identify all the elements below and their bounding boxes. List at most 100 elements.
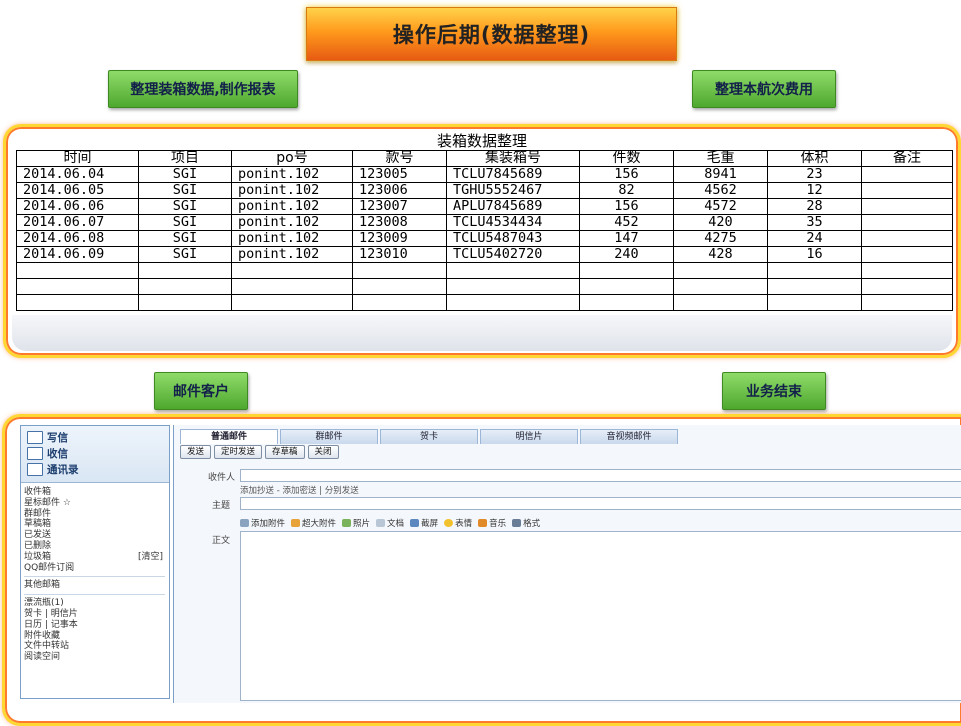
table-cell: 240 bbox=[579, 246, 674, 263]
contacts-label: 通讯录 bbox=[47, 464, 79, 476]
table-cell bbox=[231, 278, 353, 295]
to-label: 收件人 bbox=[208, 473, 236, 483]
folder-starred[interactable]: 星标邮件 ☆ bbox=[24, 498, 169, 509]
table-cell: 420 bbox=[673, 214, 768, 231]
extra-attachments[interactable]: 附件收藏 bbox=[24, 631, 169, 642]
table-cell bbox=[861, 198, 953, 215]
table-cell: SGI bbox=[138, 198, 232, 215]
table-row: 2014.06.08 SGI ponint.102 123009 TCLU5487043… bbox=[16, 230, 953, 247]
col-header-pieces: 件数 bbox=[579, 150, 674, 167]
emoji-button[interactable]: 表情 bbox=[444, 517, 472, 529]
tab-card[interactable]: 贺卡 bbox=[380, 429, 478, 444]
table-cell bbox=[579, 294, 674, 311]
divider bbox=[24, 594, 165, 596]
extra-cards[interactable]: 贺卡 | 明信片 bbox=[24, 609, 169, 620]
tab-group-mail[interactable]: 群邮件 bbox=[280, 429, 378, 444]
scheduled-send-button[interactable]: 定时发送 bbox=[214, 445, 263, 459]
divider bbox=[24, 576, 165, 578]
table-cell bbox=[231, 294, 353, 311]
table-cell: SGI bbox=[138, 246, 232, 263]
table-cell bbox=[352, 294, 447, 311]
table-cell: 2014.06.05 bbox=[16, 182, 139, 199]
folder-inbox[interactable]: 收件箱 bbox=[24, 487, 169, 498]
table-cell bbox=[767, 294, 862, 311]
table-cell: 24 bbox=[767, 230, 862, 247]
font-format-icon bbox=[512, 519, 522, 527]
label-voyage-cost: 整理本航次费用 bbox=[692, 70, 836, 108]
format-button[interactable]: 格式 bbox=[512, 517, 540, 529]
folder-subscriptions[interactable]: QQ邮件订阅 bbox=[24, 563, 169, 574]
table-cell: 4572 bbox=[673, 198, 768, 215]
extra-reading-space[interactable]: 阅读空间 bbox=[24, 652, 169, 663]
extra-file-transfer[interactable]: 文件中转站 bbox=[24, 641, 169, 652]
table-cell bbox=[861, 214, 953, 231]
extra-calendar[interactable]: 日历 | 记事本 bbox=[24, 620, 169, 631]
folder-list: 收件箱 星标邮件 ☆ 群邮件 草稿箱 已发送 已删除 垃圾箱 [清空] QQ邮件… bbox=[21, 483, 169, 663]
document-button[interactable]: 文档 bbox=[376, 517, 404, 529]
to-input[interactable] bbox=[240, 469, 961, 482]
screenshot-button[interactable]: 截屏 bbox=[410, 517, 438, 529]
subject-input[interactable] bbox=[240, 497, 961, 510]
folder-spam-label: 垃圾箱 bbox=[24, 551, 52, 562]
receive-button[interactable]: 收信 bbox=[27, 446, 68, 461]
body-label: 正文 bbox=[212, 536, 231, 546]
table-cell: 428 bbox=[673, 246, 768, 263]
table-cell: 123006 bbox=[352, 182, 447, 199]
table-row: 2014.06.09 SGI ponint.102 123010 TCLU5402720… bbox=[16, 246, 953, 263]
table-cell: 12 bbox=[767, 182, 862, 199]
compose-tabs: 普通邮件 群邮件 贺卡 明信片 音视频邮件 bbox=[180, 429, 678, 444]
clear-spam-link[interactable]: [清空] bbox=[138, 552, 163, 563]
photo-button[interactable]: 照片 bbox=[342, 517, 370, 529]
compose-button[interactable]: 写信 bbox=[27, 430, 68, 445]
page-title: 操作后期(数据整理) bbox=[306, 7, 677, 61]
inbox-icon bbox=[27, 447, 43, 460]
table-row-empty bbox=[16, 294, 953, 311]
cc-bcc-links[interactable]: 添加抄送 - 添加密送 | 分别发送 bbox=[240, 484, 359, 496]
close-button[interactable]: 关闭 bbox=[307, 445, 339, 459]
paperclip-icon bbox=[240, 519, 249, 527]
table-cell: TCLU4534434 bbox=[446, 214, 580, 231]
tab-normal-mail[interactable]: 普通邮件 bbox=[180, 429, 278, 444]
tab-av-mail[interactable]: 音视频邮件 bbox=[580, 429, 678, 444]
folder-sent[interactable]: 已发送 bbox=[24, 530, 169, 541]
table-cell bbox=[138, 262, 232, 279]
label-business-end: 业务结束 bbox=[722, 372, 826, 410]
music-button[interactable]: 音乐 bbox=[478, 517, 506, 529]
table-cell bbox=[861, 182, 953, 199]
table-cell: TCLU5402720 bbox=[446, 246, 580, 263]
large-attach-button[interactable]: 超大附件 bbox=[291, 517, 336, 529]
folder-drafts[interactable]: 草稿箱 bbox=[24, 519, 169, 530]
save-draft-button[interactable]: 存草稿 bbox=[265, 445, 305, 459]
table-header-row: 时间 项目 po号 款号 集装箱号 件数 毛重 体积 备注 bbox=[16, 150, 953, 167]
table-cell bbox=[767, 278, 862, 295]
folder-deleted[interactable]: 已删除 bbox=[24, 541, 169, 552]
send-button[interactable]: 发送 bbox=[180, 445, 212, 459]
table-cell bbox=[352, 278, 447, 295]
table-cell bbox=[138, 278, 232, 295]
photo-icon bbox=[342, 519, 352, 527]
folder-spam[interactable]: 垃圾箱 [清空] bbox=[24, 552, 169, 563]
table-cell bbox=[446, 294, 580, 311]
table-cell: TCLU5487043 bbox=[446, 230, 580, 247]
table-cell: APLU7845689 bbox=[446, 198, 580, 215]
table-cell bbox=[673, 278, 768, 295]
body-editor[interactable] bbox=[240, 531, 961, 701]
receive-label: 收信 bbox=[47, 448, 68, 460]
table-cell: ponint.102 bbox=[231, 198, 353, 215]
table-cell bbox=[861, 166, 953, 183]
other-mailbox-link[interactable]: 其他邮箱 bbox=[24, 580, 169, 591]
tab-postcard[interactable]: 明信片 bbox=[480, 429, 578, 444]
table-cell: 8941 bbox=[673, 166, 768, 183]
table-cell: 123010 bbox=[352, 246, 447, 263]
folder-group-mail[interactable]: 群邮件 bbox=[24, 509, 169, 520]
table-cell: 452 bbox=[579, 214, 674, 231]
table-cell bbox=[352, 262, 447, 279]
col-header-po: po号 bbox=[231, 150, 353, 167]
format-toolbar: 添加附件 超大附件 照片 文档 截屏 表情 音乐 格式 bbox=[240, 517, 540, 529]
panel-footer-fade bbox=[12, 315, 952, 351]
contacts-button[interactable]: 通讯录 bbox=[27, 462, 79, 477]
attach-button[interactable]: 添加附件 bbox=[240, 517, 285, 529]
table-cell: 123005 bbox=[352, 166, 447, 183]
extra-drift-bottle[interactable]: 漂流瓶(1) bbox=[24, 598, 169, 609]
table-row: 2014.06.06 SGI ponint.102 123007 APLU7845689… bbox=[16, 198, 953, 215]
